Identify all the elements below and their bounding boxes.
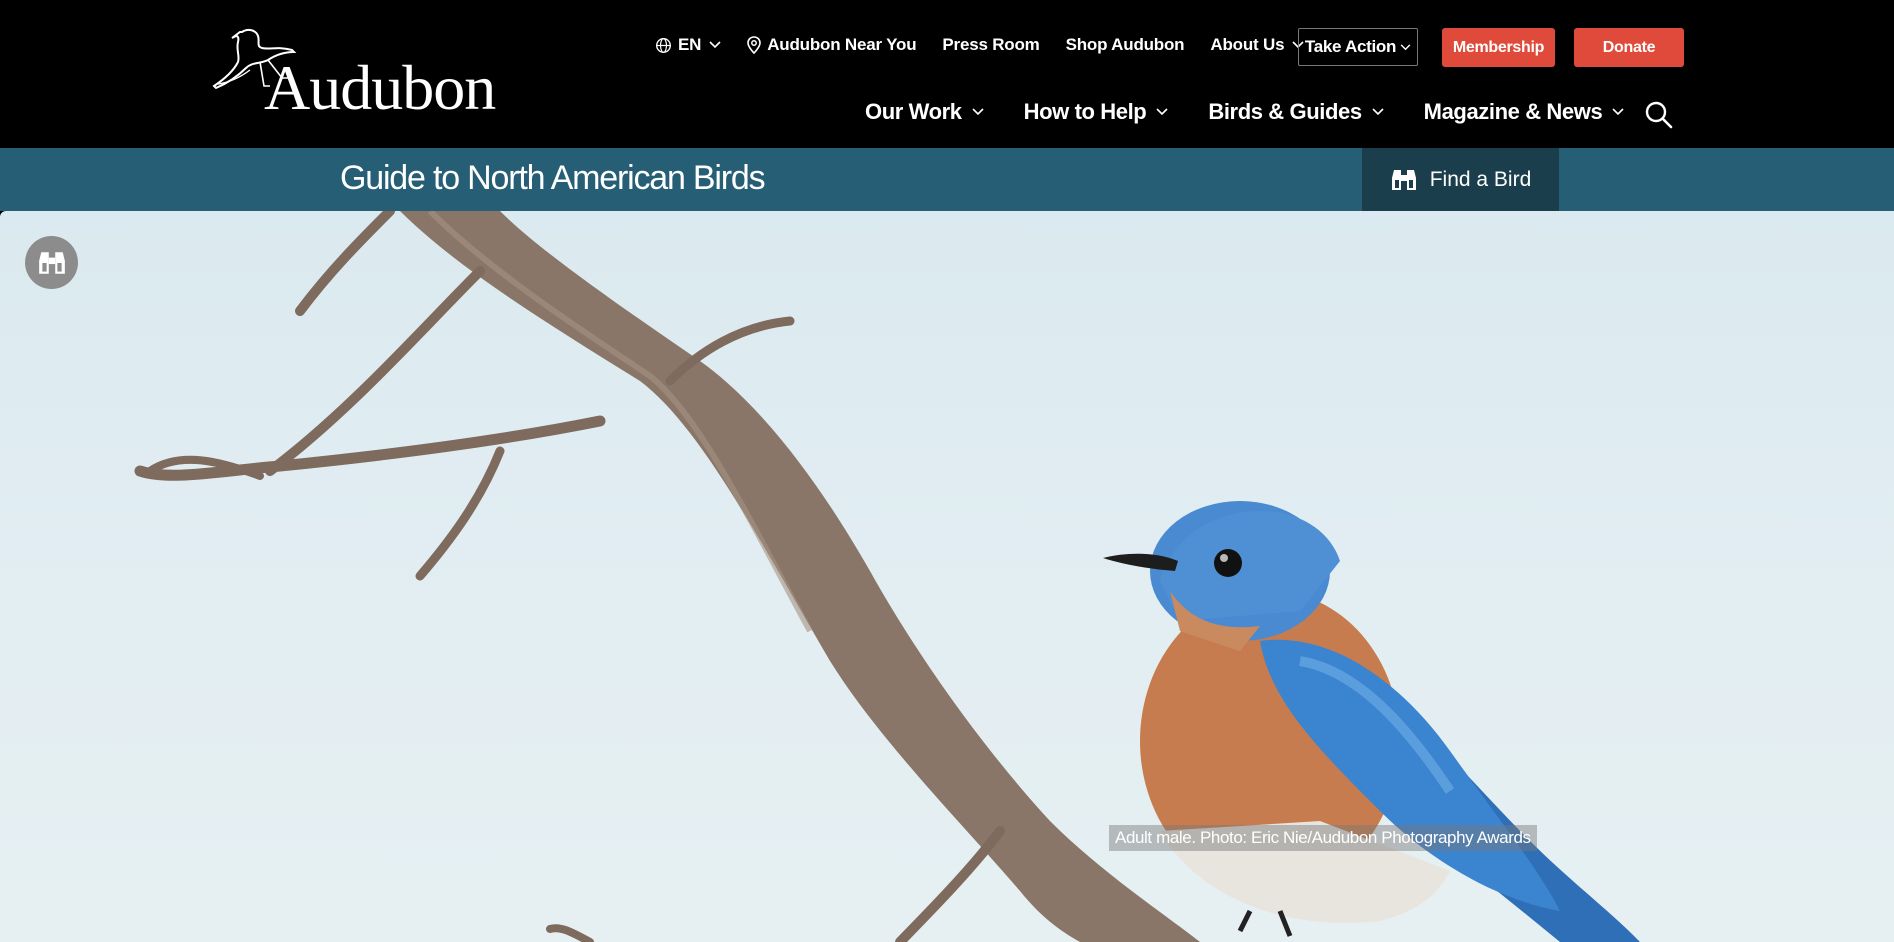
binoculars-icon <box>1390 166 1418 194</box>
nav-our-work[interactable]: Our Work <box>865 99 984 125</box>
press-room-link[interactable]: Press Room <box>942 35 1039 55</box>
language-selector[interactable]: EN <box>655 35 721 55</box>
about-us-menu[interactable]: About Us <box>1210 35 1304 55</box>
shop-audubon-link[interactable]: Shop Audubon <box>1066 35 1185 55</box>
globe-icon <box>655 37 672 54</box>
main-nav: Our Work How to Help Birds & Guides Maga… <box>865 92 1664 132</box>
nav-label: Magazine & News <box>1423 99 1603 124</box>
audubon-logo[interactable]: Audubon <box>212 26 512 122</box>
nav-how-to-help[interactable]: How to Help <box>1024 99 1169 125</box>
hero-image: Adult male. Photo: Eric Nie/Audubon Phot… <box>0 211 1894 942</box>
nav-label: Our Work <box>865 99 962 124</box>
nav-birds-guides[interactable]: Birds & Guides <box>1208 99 1384 125</box>
chevron-down-icon <box>972 108 984 116</box>
language-label: EN <box>678 35 702 54</box>
search-button[interactable] <box>1644 100 1674 130</box>
chevron-down-icon <box>1612 108 1624 116</box>
take-action-button[interactable]: Take Action <box>1298 28 1418 66</box>
take-action-label: Take Action <box>1304 37 1397 56</box>
utility-nav: EN Audubon Near You Press Room Shop Audu… <box>655 27 1330 63</box>
bluebird-figure <box>1103 501 1640 942</box>
bird-photo <box>134 211 1640 942</box>
nav-label: Birds & Guides <box>1208 99 1362 124</box>
chevron-down-icon <box>1156 108 1168 116</box>
photo-caption: Adult male. Photo: Eric Nie/Audubon Phot… <box>1109 825 1537 851</box>
nav-label: How to Help <box>1023 99 1147 124</box>
site-header: Audubon EN Audubon Near You Press Room S… <box>0 0 1894 148</box>
chevron-down-icon <box>1372 108 1384 116</box>
chevron-down-icon <box>1400 43 1411 51</box>
membership-button[interactable]: Membership <box>1442 28 1555 67</box>
near-you-label: Audubon Near You <box>767 35 917 54</box>
donate-button[interactable]: Donate <box>1574 28 1684 67</box>
search-icon <box>1645 101 1673 129</box>
chevron-down-icon <box>709 41 721 49</box>
find-a-bird-label: Find a Bird <box>1429 167 1532 191</box>
about-us-label: About Us <box>1210 35 1285 54</box>
find-a-bird-button[interactable]: Find a Bird <box>1362 148 1559 211</box>
guide-bar: Guide to North American Birds Find a Bir… <box>0 148 1894 211</box>
binoculars-icon <box>38 251 65 274</box>
binoculars-badge[interactable] <box>25 236 78 289</box>
audubon-near-you-link[interactable]: Audubon Near You <box>747 35 917 55</box>
guide-title[interactable]: Guide to North American Birds <box>340 159 766 198</box>
logo-wordmark: Audubon <box>264 52 496 123</box>
nav-magazine-news[interactable]: Magazine & News <box>1424 99 1625 125</box>
location-pin-icon <box>747 36 762 54</box>
